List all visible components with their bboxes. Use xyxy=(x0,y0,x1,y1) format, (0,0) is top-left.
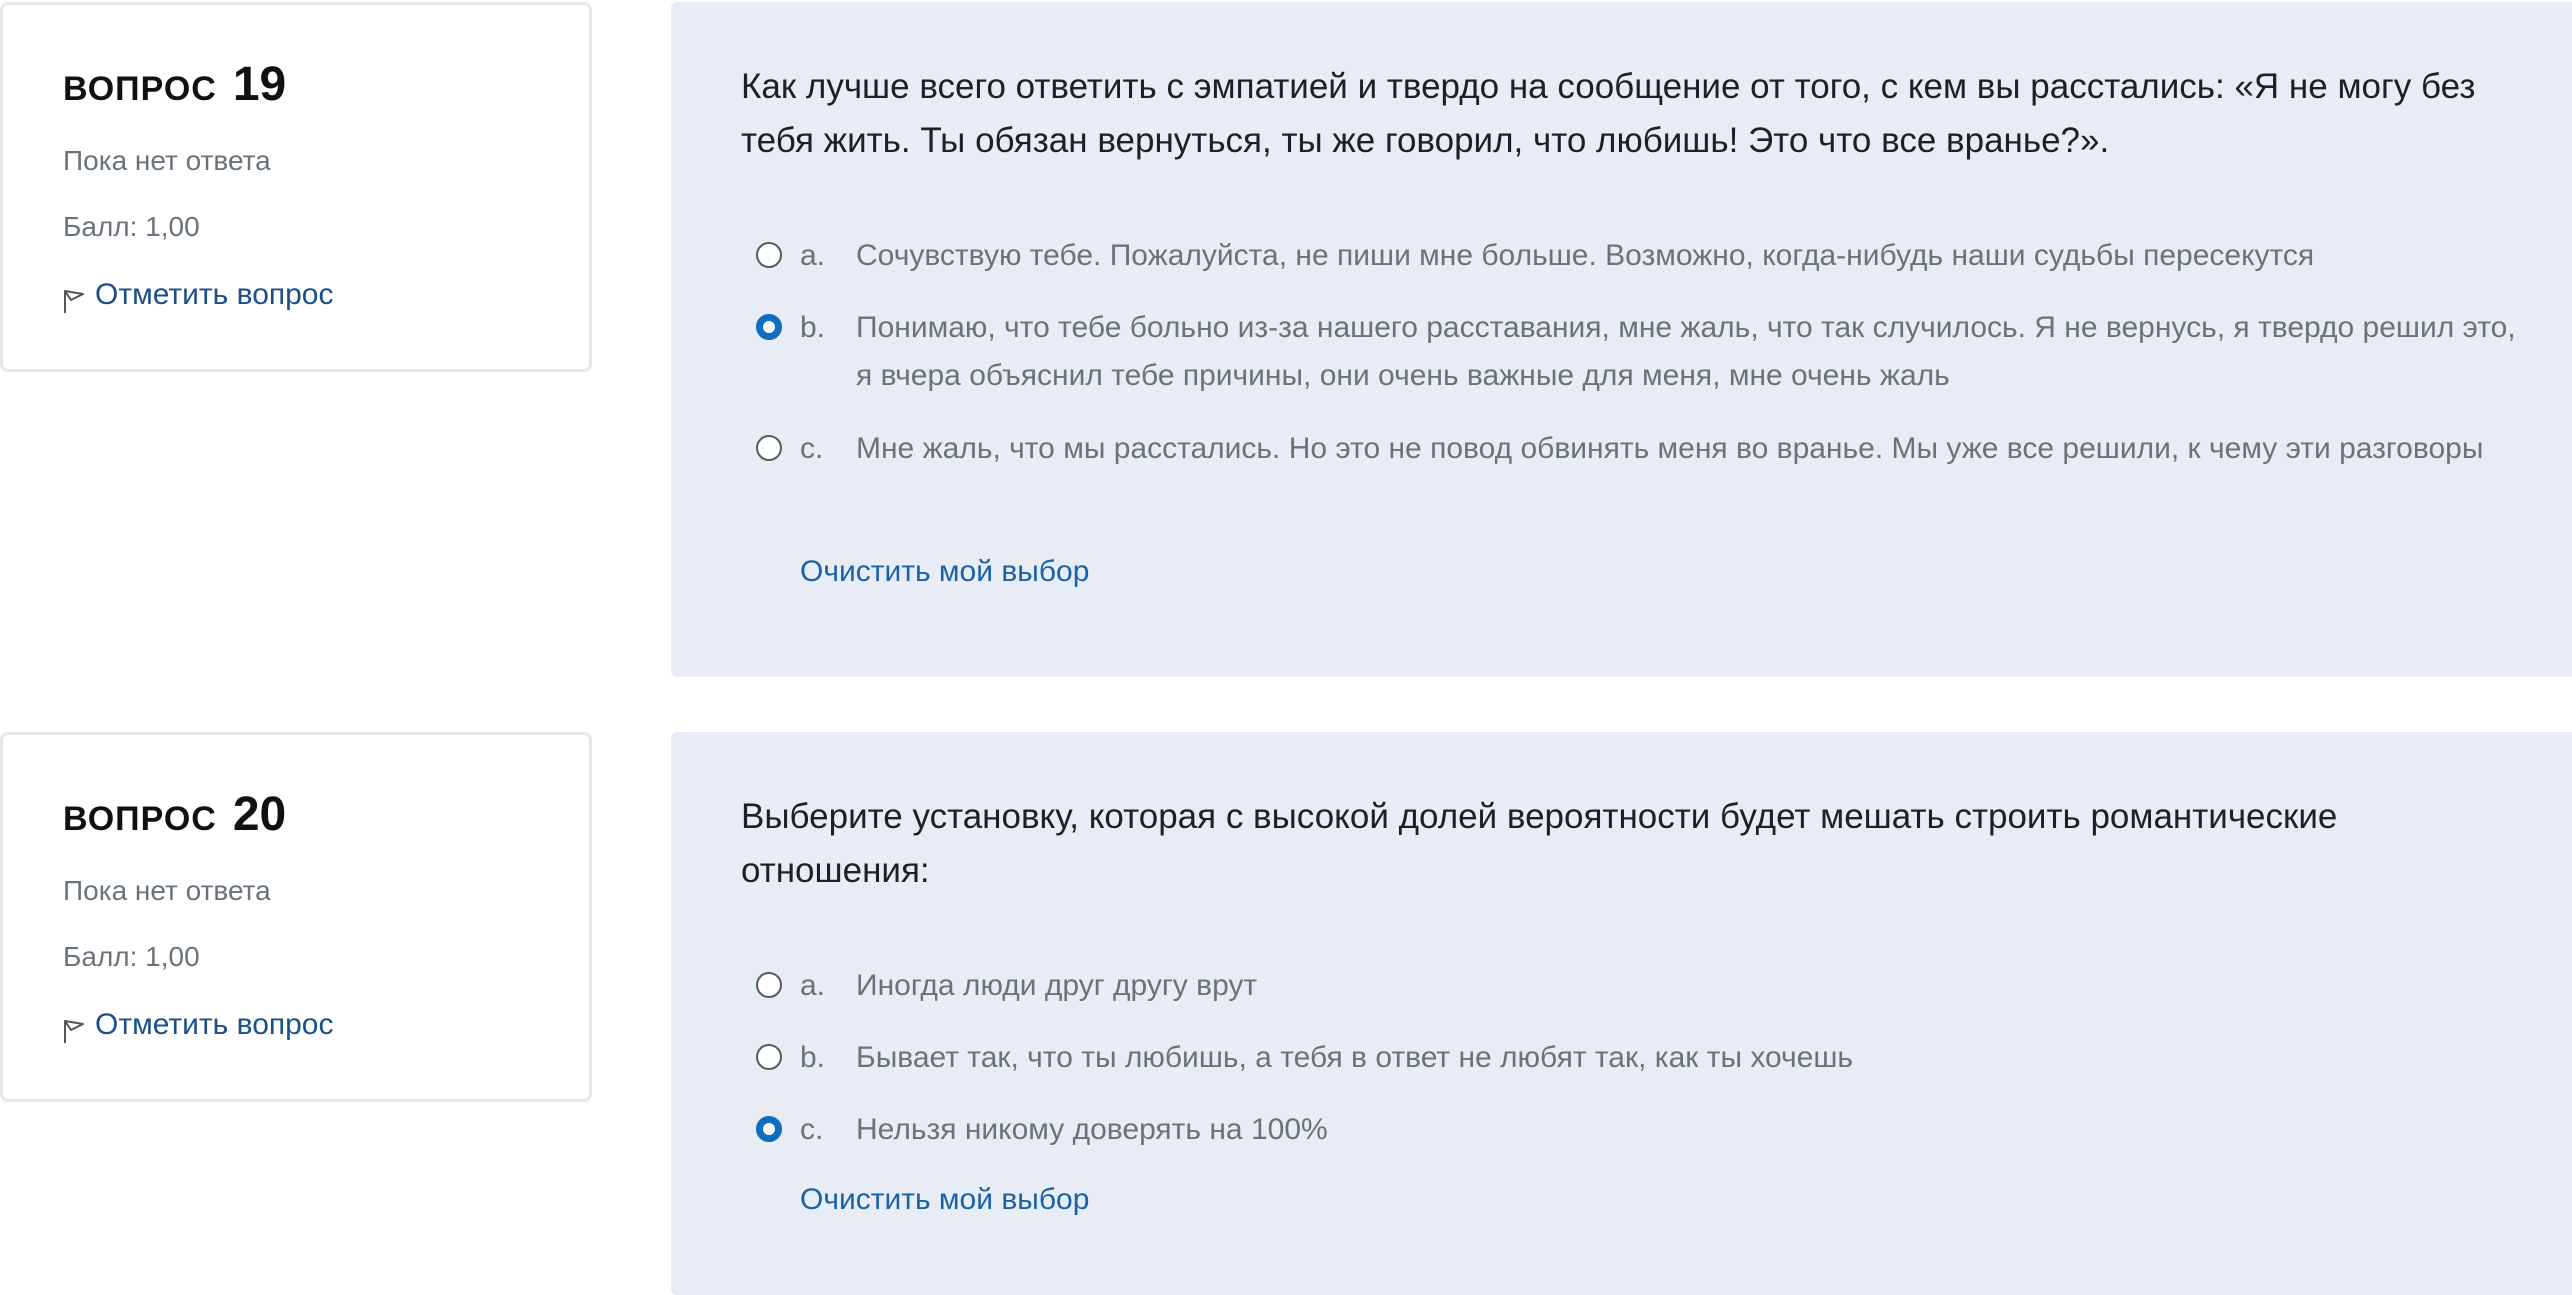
radio-button-selected[interactable] xyxy=(756,1116,782,1142)
flag-question-label[interactable]: Отметить вопрос xyxy=(95,278,334,312)
question-number: 19 xyxy=(232,58,287,111)
answer-option-a[interactable]: a. Сочувствую тебе. Пожалуйста, не пиши … xyxy=(756,232,2536,280)
radio-button[interactable] xyxy=(756,1044,782,1070)
flag-icon xyxy=(64,1020,84,1043)
question-state: Пока нет ответа xyxy=(63,145,271,176)
answer-option-b[interactable]: b. Бывает так, что ты любишь, а тебя в о… xyxy=(756,1034,2536,1082)
question-info-20: ВОПРОС 20 Пока нет ответа Балл: 1,00 Отм… xyxy=(0,732,592,1102)
question-text: Выберите установку, которая с высокой до… xyxy=(741,797,2338,890)
question-state: Пока нет ответа xyxy=(63,875,271,906)
question-label: ВОПРОС xyxy=(63,70,217,108)
answer-option-b[interactable]: b. Понимаю, что тебе больно из-за нашего… xyxy=(756,304,2536,400)
answer-text[interactable]: Бывает так, что ты любишь, а тебя в отве… xyxy=(856,1034,2536,1082)
answer-text[interactable]: Сочувствую тебе. Пожалуйста, не пиши мне… xyxy=(856,232,2536,280)
question-grade: Балл: 1,00 xyxy=(63,941,200,972)
radio-button[interactable] xyxy=(756,972,782,998)
flag-question-link[interactable]: Отметить вопрос xyxy=(61,275,334,315)
answer-letter: a. xyxy=(800,239,826,272)
answer-text[interactable]: Иногда люди друг другу врут xyxy=(856,962,2536,1010)
flag-question-link[interactable]: Отметить вопрос xyxy=(61,1005,334,1045)
answer-letter: c. xyxy=(800,432,824,465)
flag-question-label[interactable]: Отметить вопрос xyxy=(95,1008,334,1042)
answer-option-c[interactable]: c. Мне жаль, что мы расстались. Но это н… xyxy=(756,425,2536,473)
answer-text[interactable]: Мне жаль, что мы расстались. Но это не п… xyxy=(856,425,2536,473)
flag-icon xyxy=(64,290,84,313)
radio-button-selected[interactable] xyxy=(756,314,782,340)
question-content-20: Выберите установку, которая с высокой до… xyxy=(671,732,2572,1295)
question-number: 20 xyxy=(232,788,287,841)
radio-button[interactable] xyxy=(756,242,782,268)
answer-option-c[interactable]: c. Нельзя никому доверять на 100% xyxy=(756,1106,2536,1154)
answer-letter: a. xyxy=(800,969,826,1002)
answer-option-a[interactable]: a. Иногда люди друг другу врут xyxy=(756,962,2536,1010)
answer-letter: b. xyxy=(800,1041,826,1074)
answer-text[interactable]: Понимаю, что тебе больно из-за нашего ра… xyxy=(856,304,2536,400)
radio-button[interactable] xyxy=(756,435,782,461)
clear-choice-link[interactable]: Очистить мой выбор xyxy=(800,1183,1089,1217)
clear-choice-link[interactable]: Очистить мой выбор xyxy=(800,555,1089,589)
question-content-19: Как лучше всего ответить с эмпатией и тв… xyxy=(671,2,2572,677)
answer-text[interactable]: Нельзя никому доверять на 100% xyxy=(856,1106,2536,1154)
answer-letter: c. xyxy=(800,1113,824,1146)
answer-letter: b. xyxy=(800,311,826,344)
question-info-19: ВОПРОС 19 Пока нет ответа Балл: 1,00 Отм… xyxy=(0,2,592,372)
question-grade: Балл: 1,00 xyxy=(63,211,200,242)
question-title: ВОПРОС 20 xyxy=(63,787,286,842)
question-text: Как лучше всего ответить с эмпатией и тв… xyxy=(741,67,2476,160)
question-label: ВОПРОС xyxy=(63,800,217,838)
question-title: ВОПРОС 19 xyxy=(63,57,286,112)
